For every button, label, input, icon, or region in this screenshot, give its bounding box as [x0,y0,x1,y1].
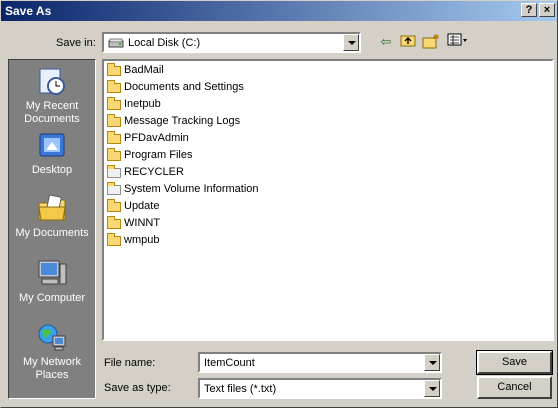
place-network-places[interactable]: My Network Places [9,322,95,382]
recent-documents-icon [36,66,68,98]
desktop-icon [36,130,68,162]
save-in-value: Local Disk (C:) [128,37,201,49]
save-button[interactable]: Save [476,350,553,375]
save-as-type-dropdown-arrow[interactable] [424,380,440,397]
my-documents-icon [36,193,68,225]
save-as-type-label: Save as type: [104,382,171,394]
cancel-button[interactable]: Cancel [477,376,552,399]
folder-icon [107,80,121,93]
up-folder-icon[interactable] [399,33,417,51]
file-name-value[interactable]: ItemCount [204,357,255,369]
folder-icon [107,131,121,144]
folder-icon [107,97,121,110]
views-menu-icon[interactable] [446,33,470,51]
new-folder-icon[interactable] [422,33,440,51]
recycle-folder-icon [107,165,121,178]
system-folder-icon [107,182,121,195]
places-bar: My Recent Documents Desktop My Documents… [8,59,96,399]
file-name-label: File name: [104,357,156,369]
save-as-type-value: Text files (*.txt) [204,383,277,395]
place-label: My Documents [15,227,89,239]
close-button[interactable]: × [539,3,555,17]
help-button[interactable]: ? [521,3,537,17]
network-places-icon [36,322,68,354]
save-as-type-select[interactable]: Text files (*.txt) [198,378,442,399]
my-computer-icon [36,258,68,290]
folder-icon [107,199,121,212]
folder-icon [107,148,121,161]
folder-icon [107,233,121,246]
file-list[interactable]: BadMail Documents and Settings Inetpub M… [102,59,554,341]
folder-icon [107,216,121,229]
folder-icon [107,114,121,127]
place-label: My Network Places [22,356,82,381]
title-bar[interactable]: Save As ? × [1,1,557,21]
save-as-dialog: Save As ? × Save in: Local Disk (C:) ⇦ M… [0,0,558,408]
save-in-combo[interactable]: Local Disk (C:) [102,32,361,53]
place-recent-documents[interactable]: My Recent Documents [9,66,95,126]
place-my-computer[interactable]: My Computer [9,258,95,305]
drive-icon [108,37,124,52]
file-name-dropdown-arrow[interactable] [424,354,440,371]
folder-icon [107,63,121,76]
back-icon[interactable]: ⇦ [377,33,395,51]
window-title: Save As [5,4,52,18]
save-in-label: Save in: [56,37,96,49]
place-label: My Computer [18,292,86,304]
save-in-dropdown-arrow[interactable] [343,34,359,51]
place-label: My Recent Documents [24,100,80,125]
place-my-documents[interactable]: My Documents [9,193,95,240]
file-name-input[interactable]: ItemCount [198,352,442,373]
place-label: Desktop [31,164,73,176]
place-desktop[interactable]: Desktop [9,130,95,177]
